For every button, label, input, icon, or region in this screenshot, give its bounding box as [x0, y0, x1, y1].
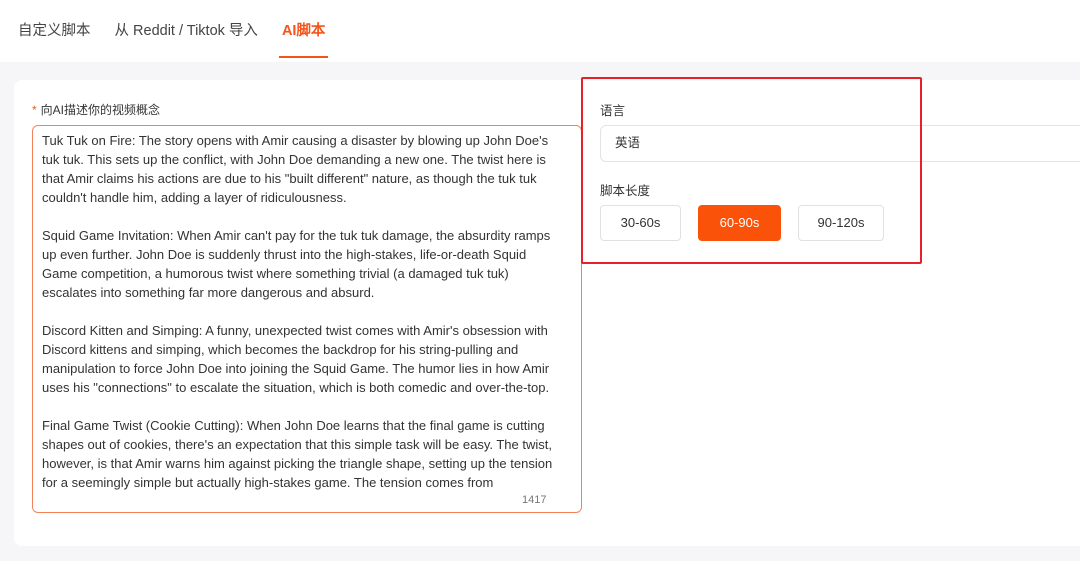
language-label: 语言 — [600, 104, 626, 118]
concept-textarea[interactable]: Tuk Tuk on Fire: The story opens with Am… — [32, 125, 582, 513]
script-length-label: 脚本长度 — [600, 184, 651, 198]
char-count: 1417 — [522, 494, 547, 506]
tab-custom-script[interactable]: 自定义脚本 — [18, 0, 91, 62]
length-option-90-120s[interactable]: 90-120s — [798, 205, 884, 241]
top-bar: 自定义脚本 从 Reddit / Tiktok 导入 AI脚本 — [0, 0, 1080, 62]
tab-ai-script[interactable]: AI脚本 — [278, 0, 328, 62]
language-select[interactable]: 英语 — [600, 125, 1080, 162]
concept-label: * 向AI描述你的视频概念 — [32, 101, 160, 118]
tab-import-reddit-tiktok[interactable]: 从 Reddit / Tiktok 导入 — [115, 0, 258, 62]
concept-label-text: 向AI描述你的视频概念 — [40, 103, 161, 117]
script-tabs: 自定义脚本 从 Reddit / Tiktok 导入 AI脚本 — [18, 0, 349, 62]
length-option-60-90s[interactable]: 60-90s — [698, 205, 781, 241]
required-mark: * — [32, 103, 37, 117]
length-option-30-60s[interactable]: 30-60s — [600, 205, 681, 241]
